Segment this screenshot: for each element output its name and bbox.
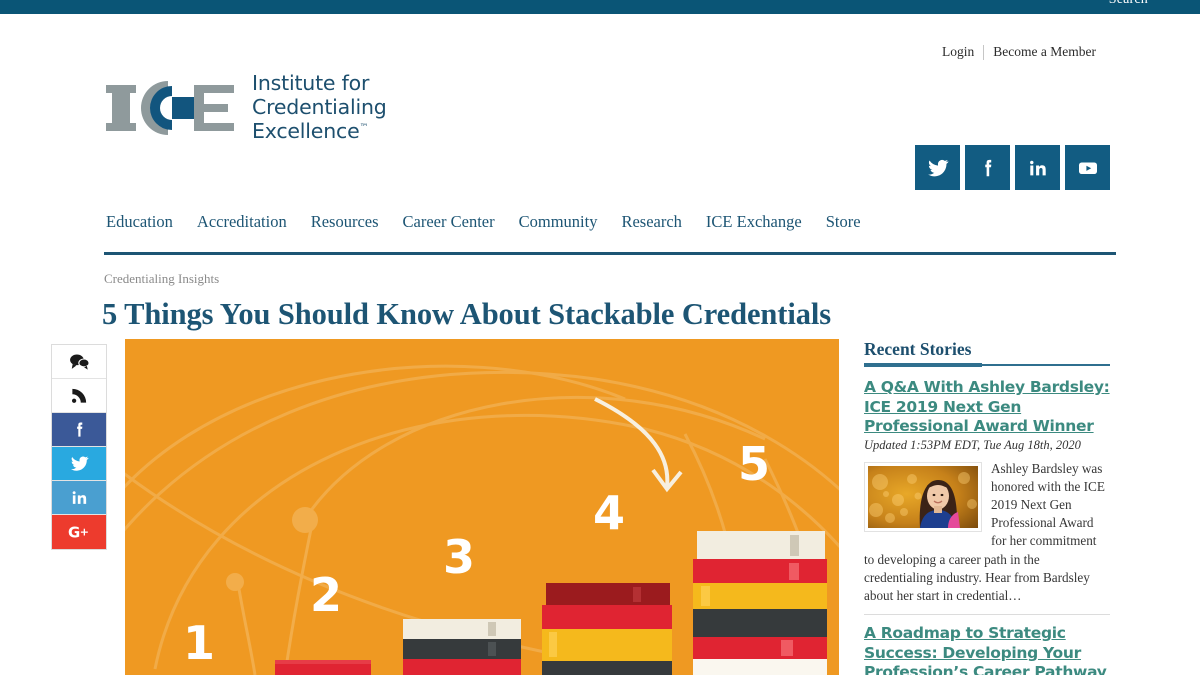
story-timestamp: Updated 1:53PM EDT, Tue Aug 18th, 2020 bbox=[864, 437, 1081, 452]
facebook-icon[interactable] bbox=[965, 145, 1010, 190]
logo-line-3: Excellence™ bbox=[252, 118, 369, 143]
nav-item-education[interactable]: Education bbox=[106, 212, 173, 232]
logo-line-1: Institute for bbox=[252, 71, 370, 95]
content-top-rule bbox=[104, 252, 1116, 255]
svg-text:2: 2 bbox=[310, 568, 342, 622]
search-link[interactable]: Search bbox=[1109, 0, 1148, 8]
recent-stories-sidebar: Recent Stories A Q&A With Ashley Bardsle… bbox=[864, 339, 1110, 675]
youtube-icon[interactable] bbox=[1065, 145, 1110, 190]
svg-text:5: 5 bbox=[738, 437, 770, 491]
top-utility-bar: Search bbox=[0, 0, 1200, 14]
breadcrumb[interactable]: Credentialing Insights bbox=[104, 271, 219, 287]
story-excerpt-block: Ashley Bardsley was honored with the ICE… bbox=[864, 460, 1110, 606]
rss-icon[interactable] bbox=[52, 379, 106, 413]
header-social-links bbox=[915, 145, 1110, 190]
site-logo[interactable]: Institute for Credentialing Excellence™ bbox=[106, 71, 387, 143]
story-item: A Roadmap to Strategic Success: Developi… bbox=[864, 614, 1110, 675]
social-share-rail: G + bbox=[51, 344, 107, 550]
logo-line-2: Credentialing bbox=[252, 94, 387, 119]
page-title: 5 Things You Should Know About Stackable… bbox=[102, 297, 832, 331]
site-header: Login Become a Member Institute for Cred… bbox=[0, 14, 1200, 252]
trademark-mark: ™ bbox=[359, 122, 369, 133]
share-googleplus-icon[interactable]: G + bbox=[52, 515, 106, 549]
story-thumbnail[interactable] bbox=[864, 461, 982, 532]
svg-text:1: 1 bbox=[183, 616, 215, 670]
share-twitter-icon[interactable] bbox=[52, 447, 106, 481]
nav-item-research[interactable]: Research bbox=[621, 212, 681, 232]
main-navigation: Education Accreditation Resources Career… bbox=[106, 212, 861, 232]
svg-text:4: 4 bbox=[593, 486, 625, 540]
nav-item-ice-exchange[interactable]: ICE Exchange bbox=[706, 212, 802, 232]
login-link[interactable]: Login bbox=[933, 44, 983, 60]
recent-stories-rule bbox=[864, 363, 1110, 367]
nav-item-career-center[interactable]: Career Center bbox=[403, 212, 495, 232]
nav-item-resources[interactable]: Resources bbox=[311, 212, 379, 232]
story-thumbnail-image bbox=[868, 465, 978, 531]
share-facebook-icon[interactable] bbox=[52, 413, 106, 447]
share-linkedin-icon[interactable] bbox=[52, 481, 106, 515]
article-hero-image: 1 2 3 4 5 bbox=[125, 339, 839, 675]
recent-stories-heading: Recent Stories bbox=[864, 339, 1110, 363]
logo-wordmark: Institute for Credentialing Excellence™ bbox=[252, 71, 387, 143]
svg-text:+: + bbox=[80, 525, 89, 538]
comments-icon[interactable] bbox=[52, 345, 106, 379]
recent-stories-heading-text: Recent Stories bbox=[864, 339, 972, 359]
nav-item-community[interactable]: Community bbox=[519, 212, 598, 232]
utility-links: Login Become a Member bbox=[933, 44, 1105, 60]
nav-item-store[interactable]: Store bbox=[826, 212, 861, 232]
become-member-link[interactable]: Become a Member bbox=[984, 44, 1105, 60]
story-title-link[interactable]: A Roadmap to Strategic Success: Developi… bbox=[864, 624, 1107, 675]
story-item: A Q&A With Ashley Bardsley: ICE 2019 Nex… bbox=[864, 378, 1110, 605]
svg-text:3: 3 bbox=[443, 530, 475, 584]
ice-logo-mark bbox=[106, 77, 238, 139]
nav-item-accreditation[interactable]: Accreditation bbox=[197, 212, 287, 232]
svg-text:G: G bbox=[68, 523, 80, 541]
twitter-icon[interactable] bbox=[915, 145, 960, 190]
linkedin-icon[interactable] bbox=[1015, 145, 1060, 190]
story-title-link[interactable]: A Q&A With Ashley Bardsley: ICE 2019 Nex… bbox=[864, 378, 1110, 435]
